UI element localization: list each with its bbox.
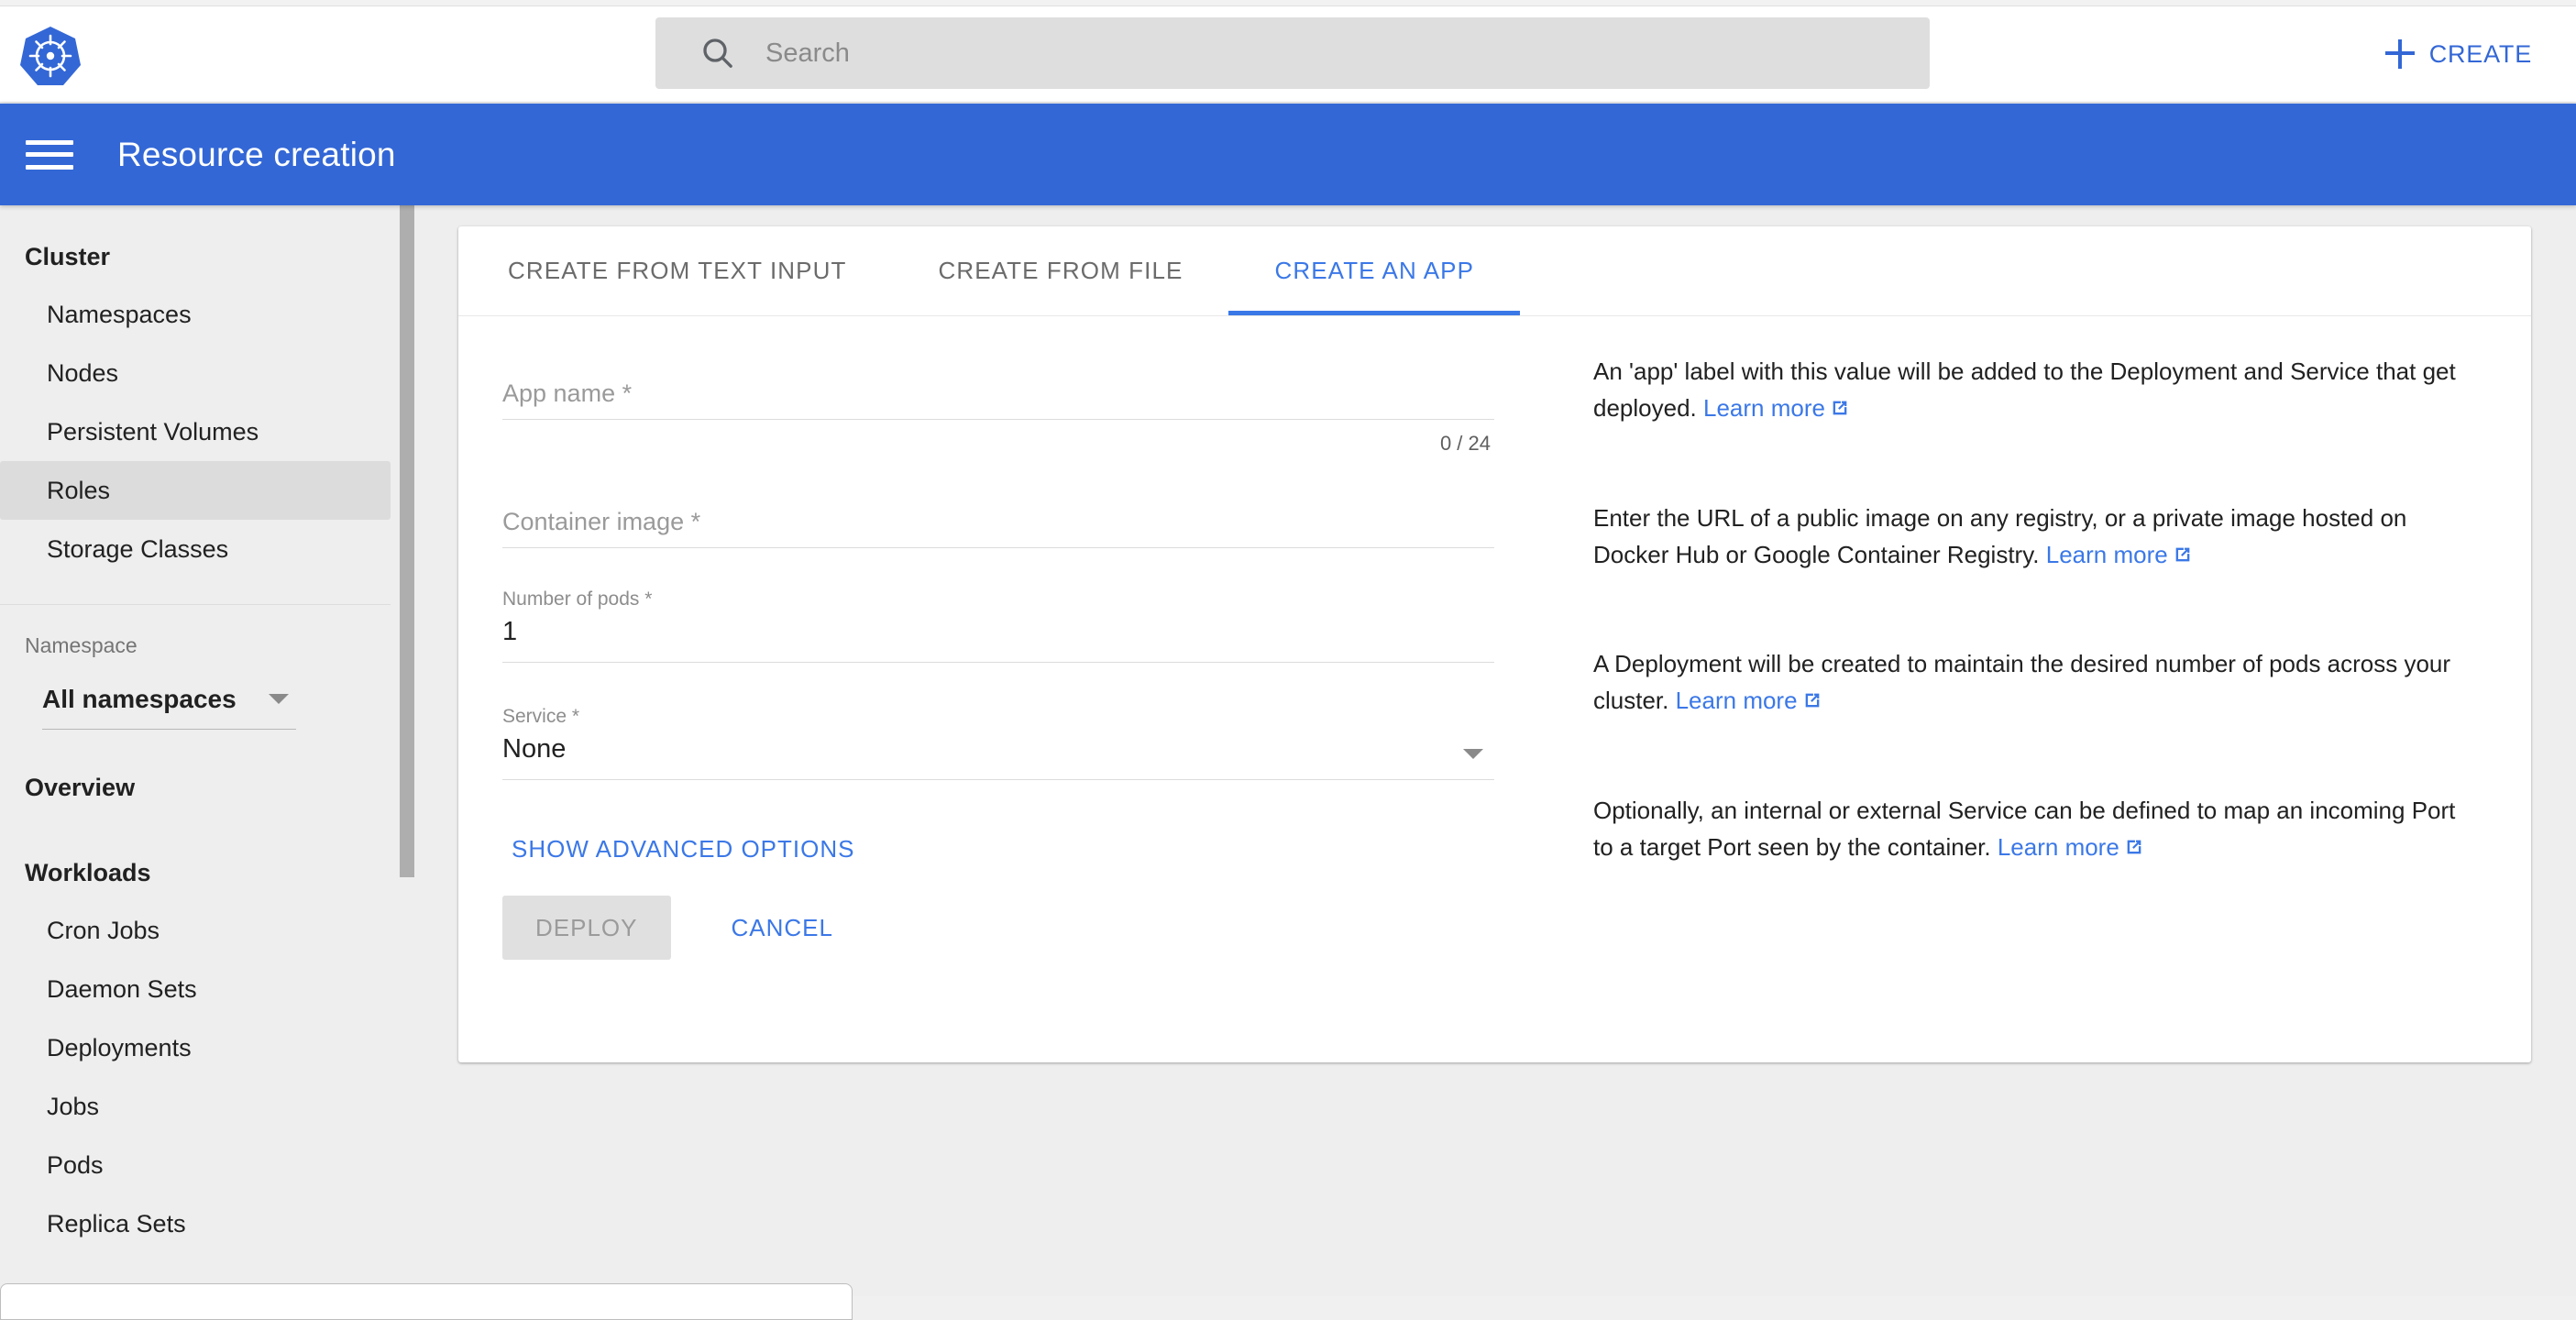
service-label: Service * [502, 706, 1494, 731]
namespace-selected-value: All namespaces [42, 685, 237, 714]
help-text-container-image-body: Enter the URL of a public image on any r… [1593, 504, 2406, 568]
app-name-field[interactable]: App name * 0 / 24 [502, 367, 1494, 456]
container-image-label: Container image * [502, 508, 700, 536]
tab-create-from-file[interactable]: CREATE FROM FILE [892, 226, 1228, 315]
help-text-container-image: Enter the URL of a public image on any r… [1593, 500, 2476, 575]
plus-icon [2385, 39, 2415, 69]
app-form: App name * 0 / 24 Container image * Numb… [458, 316, 1540, 960]
number-of-pods-field[interactable]: Number of pods * 1 [502, 588, 1494, 663]
top-bar: CREATE [0, 6, 2576, 103]
sidebar-item-replica-sets[interactable]: Replica Sets [0, 1194, 391, 1253]
learn-more-link-number-of-pods[interactable]: Learn more [1676, 687, 1798, 714]
sidebar: Cluster Namespaces Nodes Persistent Volu… [0, 205, 408, 1296]
browser-status-bubble [0, 1283, 853, 1320]
sidebar-item-daemon-sets[interactable]: Daemon Sets [0, 960, 391, 1018]
card-body: App name * 0 / 24 Container image * Numb… [458, 316, 2531, 960]
deploy-button[interactable]: DEPLOY [502, 896, 671, 960]
tab-create-an-app[interactable]: CREATE AN APP [1228, 226, 1520, 315]
number-of-pods-value: 1 [502, 617, 517, 654]
chevron-down-icon [269, 694, 289, 704]
content-area: CREATE FROM TEXT INPUT CREATE FROM FILE … [416, 205, 2576, 1296]
window-top-strip [0, 0, 2576, 6]
sidebar-item-roles[interactable]: Roles [0, 461, 391, 520]
cancel-button[interactable]: CANCEL [704, 896, 861, 960]
chevron-down-icon [1463, 749, 1483, 759]
service-select-field[interactable]: Service * None [502, 706, 1494, 780]
service-selected-value: None [502, 734, 566, 772]
sidebar-section-cluster: Cluster [0, 236, 408, 278]
container-image-field[interactable]: Container image * [502, 495, 1494, 548]
tab-create-from-text-input[interactable]: CREATE FROM TEXT INPUT [462, 226, 892, 315]
sidebar-item-jobs[interactable]: Jobs [0, 1077, 391, 1136]
external-link-icon [1830, 391, 1850, 428]
sidebar-item-nodes[interactable]: Nodes [0, 344, 391, 402]
tab-bar: CREATE FROM TEXT INPUT CREATE FROM FILE … [458, 226, 2531, 316]
learn-more-link-service[interactable]: Learn more [1998, 833, 2119, 861]
sidebar-scrollbar-thumb[interactable] [400, 205, 414, 877]
namespace-select[interactable]: All namespaces [42, 673, 296, 730]
sidebar-item-namespaces[interactable]: Namespaces [0, 285, 391, 344]
page-title: Resource creation [117, 136, 396, 174]
sidebar-item-deployments[interactable]: Deployments [0, 1018, 391, 1077]
show-advanced-options-button[interactable]: SHOW ADVANCED OPTIONS [499, 826, 867, 873]
learn-more-link-container-image[interactable]: Learn more [2046, 541, 2168, 568]
sidebar-section-workloads: Workloads [0, 852, 408, 894]
search-icon [699, 35, 736, 72]
app-bar: Resource creation [0, 104, 2576, 205]
external-link-icon [1802, 684, 1822, 720]
external-link-icon [2124, 830, 2144, 867]
hamburger-menu-icon[interactable] [26, 136, 73, 174]
search-bar[interactable] [655, 17, 1930, 89]
create-button[interactable]: CREATE [2376, 28, 2541, 80]
app-name-char-counter: 0 / 24 [502, 432, 1494, 456]
namespace-label: Namespace [0, 631, 408, 660]
learn-more-link-app-name[interactable]: Learn more [1703, 394, 1825, 422]
form-actions: DEPLOY CANCEL [502, 896, 1540, 960]
kubernetes-logo[interactable] [20, 25, 81, 87]
help-text-service: Optionally, an internal or external Serv… [1593, 792, 2476, 867]
resource-creation-card: CREATE FROM TEXT INPUT CREATE FROM FILE … [458, 226, 2531, 1062]
sidebar-item-persistent-volumes[interactable]: Persistent Volumes [0, 402, 391, 461]
sidebar-divider [0, 604, 391, 605]
sidebar-item-storage-classes[interactable]: Storage Classes [0, 520, 391, 578]
help-text-number-of-pods: A Deployment will be created to maintain… [1593, 645, 2476, 720]
help-panel: An 'app' label with this value will be a… [1540, 316, 2531, 960]
sidebar-scrollbar[interactable] [400, 205, 416, 1296]
create-button-label: CREATE [2429, 40, 2532, 69]
app-name-label: App name * [502, 380, 632, 408]
sidebar-item-cron-jobs[interactable]: Cron Jobs [0, 901, 391, 960]
number-of-pods-label: Number of pods * [502, 588, 1494, 613]
external-link-icon [2173, 538, 2193, 575]
search-input[interactable] [765, 17, 1902, 89]
sidebar-section-overview[interactable]: Overview [0, 766, 408, 808]
help-text-app-name: An 'app' label with this value will be a… [1593, 353, 2476, 428]
sidebar-item-pods[interactable]: Pods [0, 1136, 391, 1194]
